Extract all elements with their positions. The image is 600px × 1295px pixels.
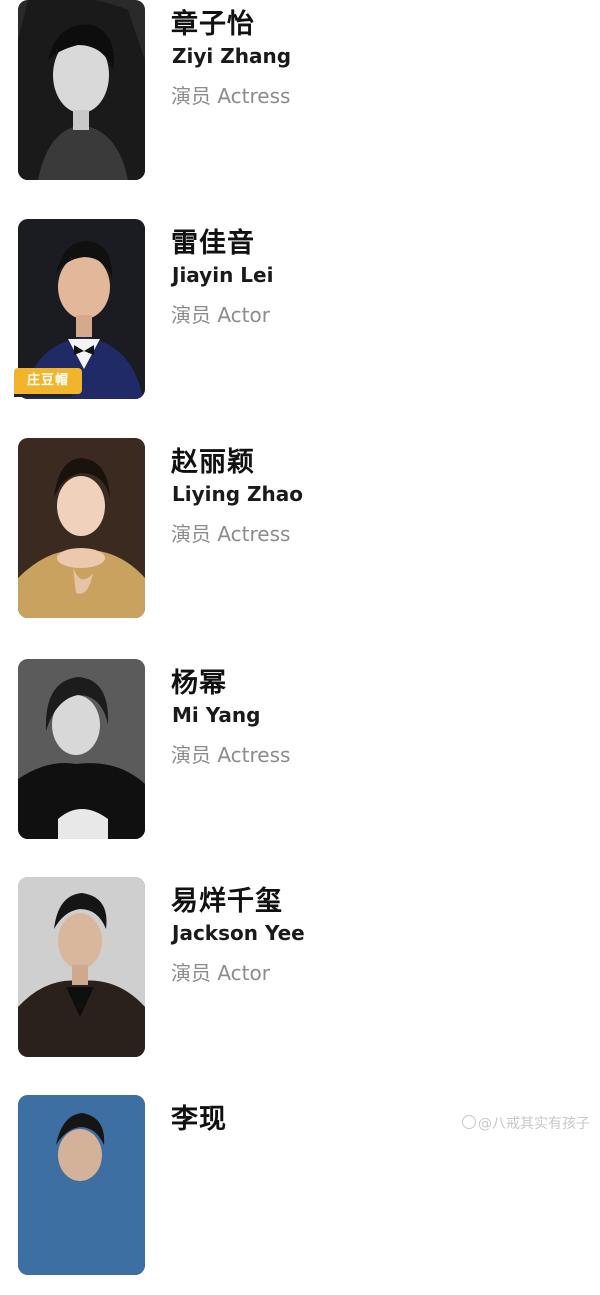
name-english: Liying Zhao <box>172 482 303 506</box>
portrait-photo <box>18 438 145 618</box>
cast-item[interactable]: 杨幂 Mi Yang 演员 Actress <box>0 659 600 859</box>
portrait-photo <box>18 877 145 1057</box>
cast-photo[interactable] <box>18 1095 145 1275</box>
name-english: Mi Yang <box>172 703 261 727</box>
watermark-text: @八戒其实有孩子 <box>478 1116 590 1132</box>
badge-underline <box>14 394 72 397</box>
role-label: 演员 Actor <box>171 961 270 985</box>
name-chinese: 章子怡 <box>171 9 255 40</box>
portrait-photo <box>18 0 145 180</box>
name-chinese: 易烊千玺 <box>171 886 283 917</box>
name-english: Jiayin Lei <box>172 263 274 287</box>
cast-item[interactable]: 章子怡 Ziyi Zhang 演员 Actress <box>0 0 600 200</box>
role-label: 演员 Actor <box>171 303 270 327</box>
cast-item[interactable]: 赵丽颖 Liying Zhao 演员 Actress <box>0 438 600 638</box>
photo-badge: 庄豆帽 <box>14 368 82 394</box>
platform-logo-icon <box>462 1115 476 1129</box>
portrait-photo <box>18 659 145 839</box>
watermark: @八戒其实有孩子 <box>462 1113 590 1133</box>
role-label: 演员 Actress <box>171 522 291 546</box>
cast-photo[interactable] <box>18 0 145 180</box>
cast-photo[interactable] <box>18 659 145 839</box>
name-chinese: 赵丽颖 <box>171 447 255 478</box>
name-chinese: 杨幂 <box>171 668 227 699</box>
cast-item[interactable]: 易烊千玺 Jackson Yee 演员 Actor <box>0 877 600 1077</box>
name-english: Ziyi Zhang <box>172 44 292 68</box>
cast-item[interactable]: 庄豆帽 雷佳音 Jiayin Lei 演员 Actor <box>0 219 600 419</box>
name-chinese: 李现 <box>171 1104 227 1135</box>
portrait-photo <box>18 1095 145 1275</box>
cast-photo[interactable] <box>18 877 145 1057</box>
role-label: 演员 Actress <box>171 743 291 767</box>
role-label: 演员 Actress <box>171 84 291 108</box>
cast-photo[interactable] <box>18 438 145 618</box>
name-english: Jackson Yee <box>172 921 305 945</box>
name-chinese: 雷佳音 <box>171 228 255 259</box>
